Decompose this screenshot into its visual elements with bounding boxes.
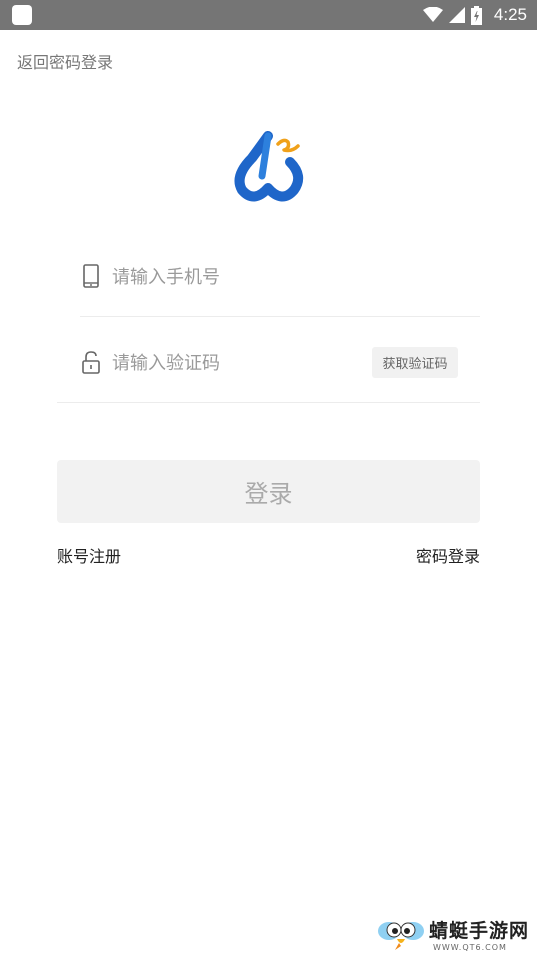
phone-icon xyxy=(83,264,99,288)
signal-icon xyxy=(448,7,465,23)
phone-input[interactable] xyxy=(110,258,364,296)
divider xyxy=(80,316,480,317)
watermark: 蜻蜓手游网 WWW.QT6.COM xyxy=(377,916,529,952)
password-login-link[interactable]: 密码登录 xyxy=(416,543,480,567)
get-verification-code-button[interactable]: 获取验证码 xyxy=(372,347,458,378)
phone-field-row xyxy=(80,246,480,306)
status-icons: 4:25 xyxy=(422,0,527,30)
back-to-password-login-link[interactable]: 返回密码登录 xyxy=(17,49,113,73)
app-logo xyxy=(234,131,304,202)
watermark-title: 蜻蜓手游网 xyxy=(428,920,529,942)
register-link[interactable]: 账号注册 xyxy=(57,543,121,567)
clock: 4:25 xyxy=(493,5,527,24)
login-button[interactable]: 登录 xyxy=(57,460,480,523)
wifi-icon xyxy=(422,7,443,22)
watermark-url: WWW.QT6.COM xyxy=(432,943,507,952)
notification-icon xyxy=(12,5,32,25)
battery-icon xyxy=(470,5,482,25)
status-bar: 4:25 xyxy=(0,0,537,30)
divider xyxy=(57,402,480,403)
lock-icon xyxy=(82,351,100,374)
dragonfly-icon xyxy=(377,922,424,950)
verification-code-input[interactable] xyxy=(110,344,364,382)
